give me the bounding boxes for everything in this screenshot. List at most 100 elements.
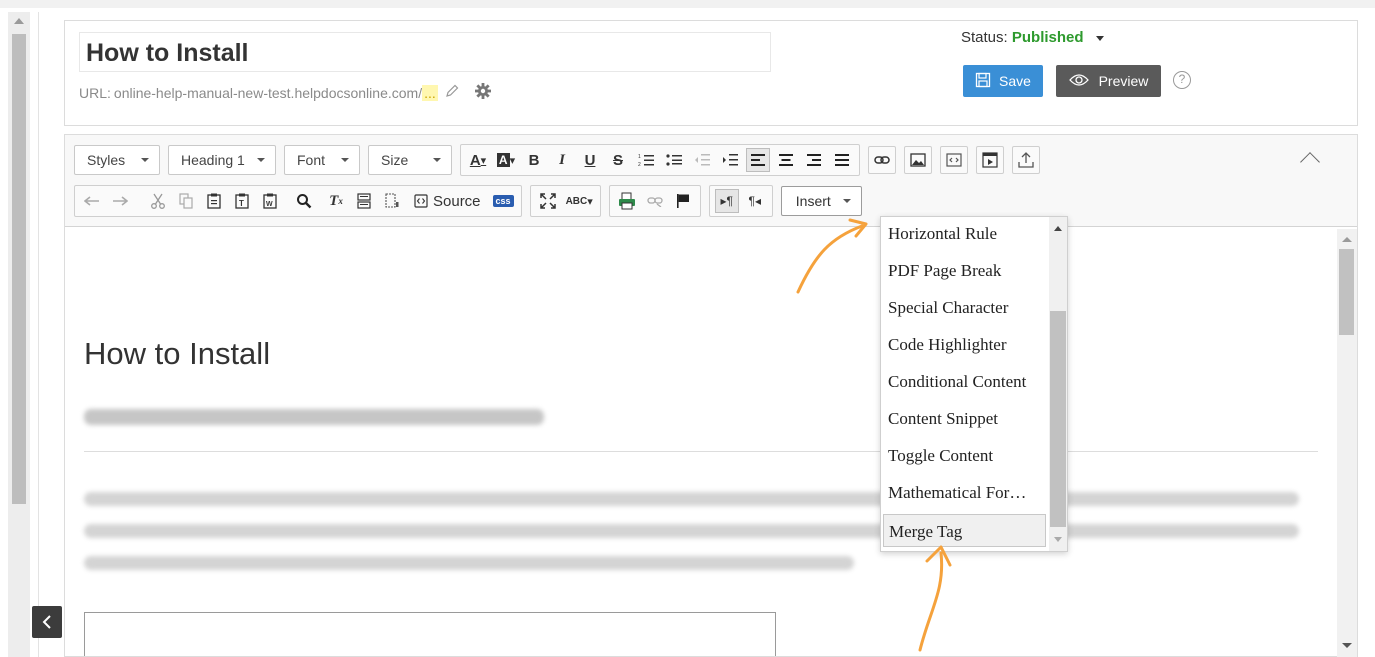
- numbered-list-icon[interactable]: 12: [634, 148, 658, 172]
- size-label: Size: [381, 152, 409, 168]
- menu-item-mathematical-formula[interactable]: Mathematical For…: [881, 476, 1047, 509]
- preview-label: Preview: [1098, 73, 1149, 89]
- unlink-icon[interactable]: [643, 189, 667, 213]
- paste-word-icon[interactable]: W: [258, 189, 282, 213]
- menu-item-horizontal-rule[interactable]: Horizontal Rule: [881, 217, 1047, 250]
- collapse-panel-button[interactable]: [32, 606, 62, 638]
- blurred-text-line: [84, 492, 1299, 506]
- align-left-icon[interactable]: [746, 148, 770, 172]
- scroll-up-arrow-icon[interactable]: [14, 18, 24, 24]
- chevron-left-icon: [42, 615, 51, 629]
- menu-scrollbar[interactable]: [1049, 217, 1067, 551]
- svg-text:2: 2: [638, 162, 641, 167]
- menu-item-pdf-page-break[interactable]: PDF Page Break: [881, 254, 1047, 287]
- caret-down-icon: [341, 158, 349, 162]
- maximize-icon[interactable]: [536, 189, 560, 213]
- menu-item-merge-tag[interactable]: Merge Tag: [883, 514, 1046, 547]
- align-right-icon[interactable]: [802, 148, 826, 172]
- anchor-flag-icon[interactable]: [671, 189, 695, 213]
- caret-down-icon: [1095, 35, 1104, 41]
- align-center-icon[interactable]: [774, 148, 798, 172]
- blurred-text-line: [84, 524, 1299, 538]
- scroll-up-arrow-icon[interactable]: [1054, 226, 1062, 231]
- scrollbar-thumb[interactable]: [1339, 249, 1354, 335]
- scroll-up-arrow-icon[interactable]: [1342, 237, 1352, 242]
- preview-button[interactable]: Preview: [1056, 65, 1161, 97]
- text-direction-rtl-icon[interactable]: ¶◂: [743, 189, 767, 213]
- bold-icon[interactable]: B: [522, 148, 546, 172]
- document-heading: How to Install: [84, 336, 271, 371]
- gear-icon[interactable]: [474, 82, 492, 103]
- background-color-icon[interactable]: A ▾: [494, 148, 518, 172]
- help-icon[interactable]: ?: [1173, 71, 1191, 89]
- title-input[interactable]: How to Install: [79, 32, 771, 72]
- source-button[interactable]: Source: [412, 189, 483, 213]
- embedded-content-box[interactable]: [84, 612, 776, 656]
- font-dropdown[interactable]: Font: [284, 145, 360, 175]
- link-icon[interactable]: [868, 146, 896, 174]
- outdent-icon[interactable]: [690, 148, 714, 172]
- status-selector[interactable]: Status: Published: [961, 29, 1104, 46]
- css-icon[interactable]: css: [491, 189, 516, 213]
- redo-icon[interactable]: [108, 189, 132, 213]
- rich-text-editor: Styles Heading 1 Font Size A▾ A▾ B I U: [64, 134, 1358, 657]
- underline-icon[interactable]: U: [578, 148, 602, 172]
- outer-scrollbar[interactable]: [8, 12, 30, 657]
- text-color-icon[interactable]: A ▾: [466, 148, 490, 172]
- menu-item-content-snippet[interactable]: Content Snippet: [881, 402, 1047, 435]
- indent-icon[interactable]: [718, 148, 742, 172]
- remove-format-icon[interactable]: Tx: [324, 189, 348, 213]
- styles-dropdown[interactable]: Styles: [74, 145, 160, 175]
- toolbar-row-1: Styles Heading 1 Font Size A▾ A▾ B I U: [74, 144, 1048, 176]
- italic-icon[interactable]: I: [550, 148, 574, 172]
- edit-pencil-icon[interactable]: [444, 83, 460, 102]
- status-label: Status:: [961, 29, 1008, 46]
- caret-down-icon: [842, 199, 851, 203]
- scrollbar-thumb[interactable]: [12, 34, 26, 504]
- video-icon[interactable]: [976, 146, 1004, 174]
- size-dropdown[interactable]: Size: [368, 145, 452, 175]
- undo-icon[interactable]: [80, 189, 104, 213]
- align-justify-icon[interactable]: [830, 148, 854, 172]
- image-icon[interactable]: [904, 146, 932, 174]
- insert-dropdown[interactable]: Insert: [780, 186, 862, 216]
- upload-icon[interactable]: [1012, 146, 1040, 174]
- menu-item-toggle-content[interactable]: Toggle Content: [881, 439, 1047, 472]
- toolbar-row-2: T W Tx Source css ABC ▾ ▸¶ ¶◂ Insert: [74, 185, 862, 217]
- editor-content-area[interactable]: How to Install: [65, 228, 1335, 656]
- save-button[interactable]: Save: [963, 65, 1043, 97]
- menu-item-special-character[interactable]: Special Character: [881, 291, 1047, 324]
- save-label: Save: [999, 73, 1031, 89]
- scroll-down-arrow-icon[interactable]: [1342, 643, 1352, 648]
- menu-item-conditional-content[interactable]: Conditional Content: [881, 365, 1047, 398]
- search-icon[interactable]: [292, 189, 316, 213]
- strikethrough-icon[interactable]: S: [606, 148, 630, 172]
- cut-icon[interactable]: [146, 189, 170, 213]
- svg-text:W: W: [266, 201, 273, 208]
- print-icon[interactable]: [615, 189, 639, 213]
- code-embed-icon[interactable]: [940, 146, 968, 174]
- collapse-toolbar-chevron-icon[interactable]: [1300, 152, 1320, 172]
- article-title: How to Install: [86, 39, 249, 67]
- paste-text-icon[interactable]: T: [230, 189, 254, 213]
- menu-item-code-highlighter[interactable]: Code Highlighter: [881, 328, 1047, 361]
- scroll-down-arrow-icon[interactable]: [1054, 537, 1062, 542]
- spellcheck-icon[interactable]: ABC ▾: [564, 189, 595, 213]
- heading-dropdown[interactable]: Heading 1: [168, 145, 276, 175]
- svg-text:1: 1: [638, 154, 641, 160]
- content-scrollbar[interactable]: [1337, 229, 1357, 657]
- bulleted-list-icon[interactable]: [662, 148, 686, 172]
- page-break-icon[interactable]: [352, 189, 376, 213]
- heading-label: Heading 1: [181, 152, 245, 168]
- text-format-group: A ▾ A ▾ B I U S 12: [460, 144, 860, 176]
- copy-icon[interactable]: [174, 189, 198, 213]
- scrollbar-thumb[interactable]: [1050, 311, 1066, 527]
- url-row: URL: online-help-manual-new-test.helpdoc…: [79, 82, 492, 103]
- paste-icon[interactable]: [202, 189, 226, 213]
- source-label: Source: [433, 192, 481, 210]
- tools-group: ABC ▾: [529, 185, 601, 217]
- text-direction-ltr-icon[interactable]: ▸¶: [714, 189, 739, 213]
- url-slug-ellipsis[interactable]: ...: [422, 84, 438, 101]
- show-blocks-icon[interactable]: [380, 189, 404, 213]
- horizontal-rule: [84, 451, 1318, 452]
